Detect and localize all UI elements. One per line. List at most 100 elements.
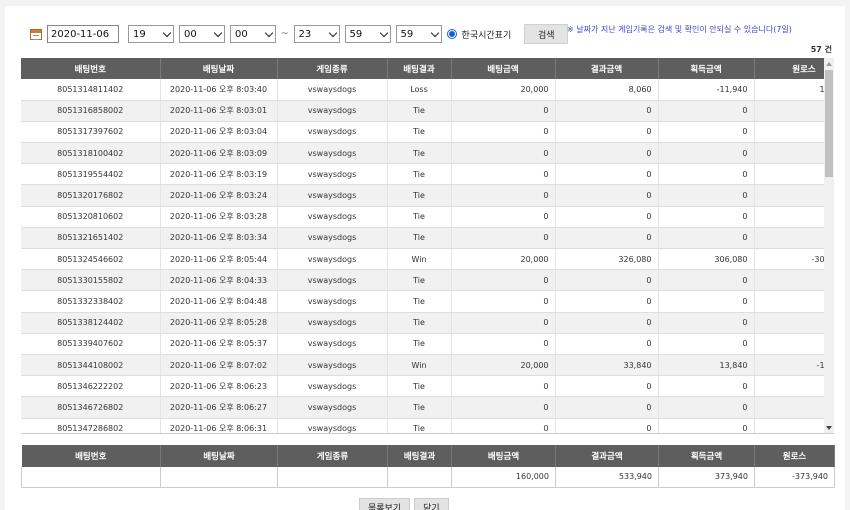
scrollbar-thumb[interactable] <box>825 70 833 177</box>
summary-column-header: 배팅번호 <box>21 445 161 467</box>
korea-time-label: 한국시간표기 <box>461 30 512 41</box>
bet-amount-cell: 0 <box>451 375 556 398</box>
date-input[interactable]: 2020-11-06 <box>47 25 119 43</box>
vertical-scrollbar[interactable] <box>824 58 834 433</box>
betting-table: 배팅번호 배팅날짜 게임종류 배팅결과 배팅금액 결과금액 획득금액 원로스 8… <box>21 58 834 433</box>
gain-amount-cell: 0 <box>658 418 755 433</box>
column-header: 배팅결과 <box>387 58 452 79</box>
table-row[interactable]: 8051346222202 2020-11-06 오후 8:06:23 vsways… <box>21 375 834 398</box>
table-row[interactable]: 8051324546602 2020-11-06 오후 8:05:44 vsways… <box>21 248 834 271</box>
bet-date-cell: 2020-11-06 오후 8:05:44 <box>160 248 278 271</box>
table-row[interactable]: 8051339407602 2020-11-06 오후 8:05:37 vsways… <box>21 333 834 355</box>
game-type-cell: vswaysdogs <box>277 206 388 228</box>
summary-total-gain: 373,940 <box>658 467 755 488</box>
bet-date-cell: 2020-11-06 오후 8:06:31 <box>160 418 278 433</box>
table-row[interactable]: 8051320810602 2020-11-06 오후 8:03:28 vsways… <box>21 206 834 228</box>
game-type-cell: vswaysdogs <box>277 396 388 419</box>
game-type-cell: vswaysdogs <box>277 290 388 313</box>
bet-amount-cell: 0 <box>451 121 556 144</box>
bet-result-cell: Win <box>387 248 452 271</box>
bet-date-cell: 2020-11-06 오후 8:03:34 <box>160 227 278 250</box>
bet-number-cell: 8051339407602 <box>21 333 161 355</box>
win-loss-cell: 0 <box>754 269 834 292</box>
start-second-select[interactable]: 00 <box>230 25 276 43</box>
end-hour-select[interactable]: 23 <box>293 25 340 43</box>
gain-amount-cell: 0 <box>658 396 755 419</box>
game-type-cell: vswaysdogs <box>277 418 388 433</box>
column-header: 획득금액 <box>658 58 755 79</box>
table-row[interactable]: 8051344108002 2020-11-06 오후 8:07:02 vsways… <box>21 354 834 377</box>
start-minute-select[interactable]: 00 <box>179 25 225 43</box>
table-row[interactable]: 8051332338402 2020-11-06 오후 8:04:48 vsways… <box>21 290 834 313</box>
table-row[interactable]: 8051316858002 2020-11-06 오후 8:03:01 vsways… <box>21 100 834 122</box>
end-hour-value: 23 <box>298 28 312 40</box>
bet-result-cell: Tie <box>387 312 452 334</box>
bet-result-cell: Tie <box>387 396 452 419</box>
bet-number-cell: 8051324546602 <box>21 248 161 271</box>
bet-date-cell: 2020-11-06 오후 8:03:09 <box>160 142 278 165</box>
table-row[interactable]: 8051347286802 2020-11-06 오후 8:06:31 vsways… <box>21 418 834 433</box>
bet-date-cell: 2020-11-06 오후 8:05:28 <box>160 312 278 334</box>
list-view-button[interactable]: 목록보기 <box>359 498 411 510</box>
summary-total-result: 533,940 <box>555 467 659 488</box>
gain-amount-cell: 13,840 <box>658 354 755 377</box>
bet-result-cell: Tie <box>387 418 452 433</box>
end-minute-select[interactable]: 59 <box>344 25 391 43</box>
gain-amount-cell: 0 <box>658 100 755 122</box>
result-amount-cell: 326,080 <box>555 248 659 271</box>
scroll-down-icon[interactable] <box>826 426 832 430</box>
bet-date-cell: 2020-11-06 오후 8:03:40 <box>160 79 278 101</box>
bet-number-cell: 8051314811402 <box>21 79 161 101</box>
result-amount-cell: 0 <box>555 163 659 186</box>
gain-amount-cell: 0 <box>658 121 755 144</box>
table-row[interactable]: 8051320176802 2020-11-06 오후 8:03:24 vsways… <box>21 184 834 207</box>
calendar-icon[interactable] <box>30 28 42 40</box>
game-type-cell: vswaysdogs <box>277 333 388 355</box>
table-row[interactable]: 8051317397602 2020-11-06 오후 8:03:04 vsways… <box>21 121 834 144</box>
gain-amount-cell: 0 <box>658 312 755 334</box>
bet-date-cell: 2020-11-06 오후 8:03:24 <box>160 184 278 207</box>
table-row[interactable]: 8051321651402 2020-11-06 오후 8:03:34 vsways… <box>21 227 834 250</box>
notice-text: ※ 날짜가 지난 게임기록은 검색 및 확인이 안되실 수 있습니다(7일) <box>567 25 792 34</box>
bet-amount-cell: 0 <box>451 142 556 165</box>
bet-number-cell: 8051332338402 <box>21 290 161 313</box>
korea-time-radio[interactable] <box>446 29 457 39</box>
bet-number-cell: 8051346726802 <box>21 396 161 419</box>
win-loss-cell: 0 <box>754 142 834 165</box>
chevron-down-icon <box>162 28 172 37</box>
search-button[interactable]: 검색 <box>524 24 569 44</box>
win-loss-cell: 0 <box>754 121 834 144</box>
bet-result-cell: Tie <box>387 333 452 355</box>
result-amount-cell: 0 <box>555 418 659 433</box>
end-second-select[interactable]: 59 <box>395 25 442 43</box>
win-loss-cell: 0 <box>754 312 834 334</box>
bottom-buttons: 목록보기 닫기 <box>359 498 449 510</box>
game-type-cell: vswaysdogs <box>277 375 388 398</box>
win-loss-cell: 0 <box>754 375 834 398</box>
result-amount-cell: 0 <box>555 206 659 228</box>
start-hour-select[interactable]: 19 <box>128 25 174 43</box>
scroll-up-icon[interactable] <box>826 62 832 66</box>
table-row[interactable]: 8051346726802 2020-11-06 오후 8:06:27 vsways… <box>21 396 834 419</box>
bet-number-cell: 8051316858002 <box>21 100 161 122</box>
summary-row: 160,000 533,940 373,940 -373,940 <box>21 467 835 488</box>
win-loss-cell: -13,840 <box>754 354 834 377</box>
bet-number-cell: 8051346222202 <box>21 375 161 398</box>
bet-number-cell: 8051330155802 <box>21 269 161 292</box>
table-row[interactable]: 8051314811402 2020-11-06 오후 8:03:40 vsways… <box>21 79 834 101</box>
betting-table-container[interactable]: 배팅번호 배팅날짜 게임종류 배팅결과 배팅금액 결과금액 획득금액 원로스 8… <box>21 58 834 434</box>
bet-amount-cell: 0 <box>451 163 556 186</box>
bet-number-cell: 8051321651402 <box>21 227 161 250</box>
table-row[interactable]: 8051318100402 2020-11-06 오후 8:03:09 vsways… <box>21 142 834 165</box>
table-row[interactable]: 8051330155802 2020-11-06 오후 8:04:33 vsways… <box>21 269 834 292</box>
table-row[interactable]: 8051319554402 2020-11-06 오후 8:03:19 vsways… <box>21 163 834 186</box>
game-type-cell: vswaysdogs <box>277 248 388 271</box>
bet-amount-cell: 20,000 <box>451 354 556 377</box>
column-header: 결과금액 <box>555 58 659 79</box>
column-header: 원로스 <box>754 58 834 79</box>
table-row[interactable]: 8051338124402 2020-11-06 오후 8:05:28 vsways… <box>21 312 834 334</box>
close-button[interactable]: 닫기 <box>414 498 449 510</box>
bet-date-cell: 2020-11-06 오후 8:03:28 <box>160 206 278 228</box>
game-type-cell: vswaysdogs <box>277 79 388 101</box>
bet-result-cell: Tie <box>387 290 452 313</box>
